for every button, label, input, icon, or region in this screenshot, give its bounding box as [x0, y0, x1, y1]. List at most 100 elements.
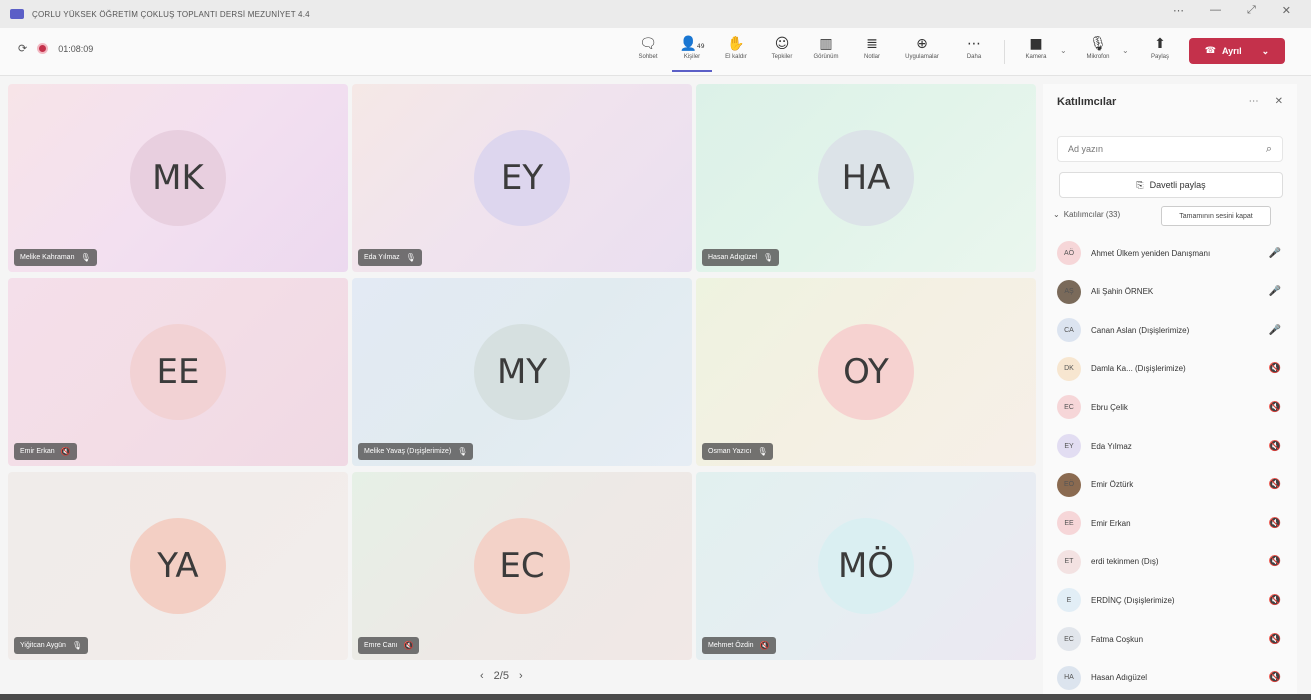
- more-icon: ⋯: [967, 36, 981, 52]
- participant-name: Ebru Çelik: [1091, 402, 1128, 412]
- collapse-chevron-icon: ⌄: [1053, 210, 1060, 219]
- participant-list-item[interactable]: HA Hasan Adıgüzel 🔇: [1057, 659, 1291, 697]
- chat-icon: 🗨: [639, 36, 657, 52]
- chat-button[interactable]: 🗨 Sohbet: [628, 34, 668, 72]
- notes-label: Notlar: [863, 54, 880, 60]
- camera-options-chevron-icon[interactable]: ⌄: [1060, 46, 1067, 55]
- participant-list-item[interactable]: EY Eda Yılmaz 🔇: [1057, 427, 1291, 465]
- react-label: Tepkiler: [771, 54, 793, 60]
- leave-label: Ayrıl: [1221, 46, 1242, 56]
- participant-avatar: MY: [474, 324, 570, 420]
- leave-button[interactable]: ☎ Ayrıl ⌄: [1189, 38, 1285, 64]
- participant-name: Emir Erkan: [20, 448, 55, 455]
- participant-tile[interactable]: MY Melike Yavaş (Dışişlerimize) 🎙: [352, 278, 692, 466]
- camera-button[interactable]: ■ Kamera: [1016, 34, 1056, 72]
- leave-chevron-icon[interactable]: ⌄: [1262, 46, 1270, 57]
- next-page-icon[interactable]: ›: [519, 670, 523, 682]
- react-button[interactable]: ☺ Tepkiler: [762, 34, 802, 72]
- participant-avatar: EE: [1057, 511, 1081, 536]
- participant-tile[interactable]: YA Yiğitcan Aygün 🎙: [8, 472, 348, 660]
- participant-name: Hasan Adıgüzel: [708, 254, 758, 261]
- participants-section-header[interactable]: ⌄ Katılımcılar (33): [1053, 210, 1120, 219]
- participant-avatar: MK: [130, 130, 226, 226]
- participant-tile[interactable]: MK Melike Kahraman 🎙: [8, 84, 348, 272]
- recording-icon: [37, 43, 49, 54]
- participant-search-input[interactable]: Ad yazın ⌕: [1057, 136, 1283, 162]
- panel-more-icon[interactable]: ⋯: [1249, 96, 1259, 107]
- mic-icon: 🎙: [457, 447, 468, 456]
- minimize-icon[interactable]: —: [1210, 4, 1221, 17]
- window-controls: ⋯ — ⤢ ✕: [1173, 4, 1291, 17]
- mic-button[interactable]: 🎙 Mikrofon: [1078, 34, 1118, 72]
- participant-name: Ahmet Ülkem yeniden Danışmanı: [1091, 248, 1211, 258]
- panel-title: Katılımcılar: [1057, 96, 1117, 108]
- participant-avatar: HA: [818, 130, 914, 226]
- participant-list-item[interactable]: DK Damla Ka... (Dışişlerimize) 🔇: [1057, 350, 1291, 388]
- mic-muted-icon: 🔇: [1268, 479, 1281, 491]
- participant-name: Emir Öztürk: [1091, 480, 1134, 490]
- app-icon: [10, 9, 24, 19]
- participant-tile[interactable]: EE Emir Erkan 🔇: [8, 278, 348, 466]
- participant-name: Eda Yılmaz: [1091, 441, 1132, 451]
- share-screen-icon: ⬆: [1154, 36, 1166, 52]
- mic-muted-icon: 🔇: [1268, 672, 1281, 684]
- page-indicator: 2/5: [493, 670, 509, 682]
- search-placeholder: Ad yazın: [1068, 144, 1104, 154]
- participant-tile[interactable]: OY Osman Yazıcı 🎙: [696, 278, 1036, 466]
- participant-list-item[interactable]: EC Fatma Coşkun 🔇: [1057, 620, 1291, 658]
- participant-list-item[interactable]: AÖ Ahmet Ülkem yeniden Danışmanı 🎤: [1057, 234, 1291, 272]
- mic-muted-icon: 🔇: [1268, 594, 1281, 606]
- apps-button[interactable]: ⊕ Uygulamalar: [902, 34, 942, 72]
- participant-avatar: CA: [1057, 318, 1081, 343]
- participant-list-item[interactable]: CA Canan Aslan (Dışişlerimize) 🎤: [1057, 311, 1291, 349]
- participant-list-item[interactable]: AŞ Ali Şahin ÖRNEK 🎤: [1057, 273, 1291, 311]
- mic-icon: 🎙: [763, 253, 774, 262]
- close-icon[interactable]: ✕: [1282, 4, 1291, 17]
- participant-name: Osman Yazıcı: [708, 448, 752, 455]
- notes-button[interactable]: ≣ Notlar: [852, 34, 892, 72]
- participant-nametag: Yiğitcan Aygün 🎙: [14, 637, 89, 654]
- mic-on-icon: 🎤: [1268, 286, 1281, 298]
- mic-icon: 🎙: [80, 253, 91, 262]
- view-button[interactable]: ▥ Görünüm: [806, 34, 846, 72]
- participant-nametag: Melike Yavaş (Dışişlerimize) 🎙: [358, 443, 474, 460]
- participant-avatar: OY: [818, 324, 914, 420]
- refresh-icon[interactable]: ⟳: [18, 42, 27, 55]
- participant-tile[interactable]: MÖ Mehmet Özdin 🔇: [696, 472, 1036, 660]
- participant-avatar: E: [1057, 588, 1081, 613]
- mic-options-chevron-icon[interactable]: ⌄: [1122, 46, 1129, 55]
- participant-avatar: YA: [130, 518, 226, 614]
- raise-hand-button[interactable]: ✋ El kaldır: [716, 34, 756, 72]
- participant-list-item[interactable]: EE Emir Erkan 🔇: [1057, 504, 1291, 542]
- share-button[interactable]: ⬆ Paylaş: [1140, 34, 1180, 72]
- mute-all-button[interactable]: Tamamının sesini kapat: [1161, 206, 1271, 226]
- participant-avatar: MÖ: [818, 518, 914, 614]
- people-button[interactable]: 👤49 Kişiler: [672, 34, 712, 72]
- panel-header-actions: ⋯ ✕: [1249, 96, 1283, 107]
- participant-list-item[interactable]: ET erdi tekinmen (Dış) 🔇: [1057, 543, 1291, 581]
- participants-panel: Katılımcılar ⋯ ✕ Ad yazın ⌕ ⎘ Davetli pa…: [1043, 84, 1297, 700]
- previous-page-icon[interactable]: ‹: [480, 670, 484, 682]
- camera-icon: ■: [1029, 36, 1043, 52]
- participant-list-item[interactable]: EC Ebru Çelik 🔇: [1057, 388, 1291, 426]
- people-label: Kişiler: [683, 54, 701, 60]
- participant-tile[interactable]: EC Emre Canı 🔇: [352, 472, 692, 660]
- video-grid: MK Melike Kahraman 🎙 EY Eda Yılmaz 🎙 HA Ha…: [8, 84, 1038, 660]
- participant-tile[interactable]: HA Hasan Adıgüzel 🎙: [696, 84, 1036, 272]
- mic-muted-icon: 🔇: [759, 641, 770, 650]
- more-button[interactable]: ⋯ Daha: [954, 34, 994, 72]
- participant-list-item[interactable]: E ERDİNÇ (Dışişlerimize) 🔇: [1057, 581, 1291, 619]
- maximize-icon[interactable]: ⤢: [1247, 4, 1256, 17]
- participant-list-item[interactable]: EÖ Emir Öztürk 🔇: [1057, 466, 1291, 504]
- people-count-badge: 49: [696, 43, 705, 50]
- participant-tile[interactable]: EY Eda Yılmaz 🎙: [352, 84, 692, 272]
- participant-nametag: Hasan Adıgüzel 🎙: [702, 249, 780, 266]
- view-label: Görünüm: [813, 54, 839, 60]
- share-invite-button[interactable]: ⎘ Davetli paylaş: [1059, 172, 1283, 198]
- panel-close-icon[interactable]: ✕: [1275, 96, 1283, 107]
- more-options-icon[interactable]: ⋯: [1173, 4, 1184, 17]
- participant-name: Mehmet Özdin: [708, 642, 754, 649]
- mic-muted-icon: 🔇: [1268, 363, 1281, 375]
- participant-name: Eda Yılmaz: [364, 254, 400, 261]
- taskbar-strip: [0, 694, 1311, 700]
